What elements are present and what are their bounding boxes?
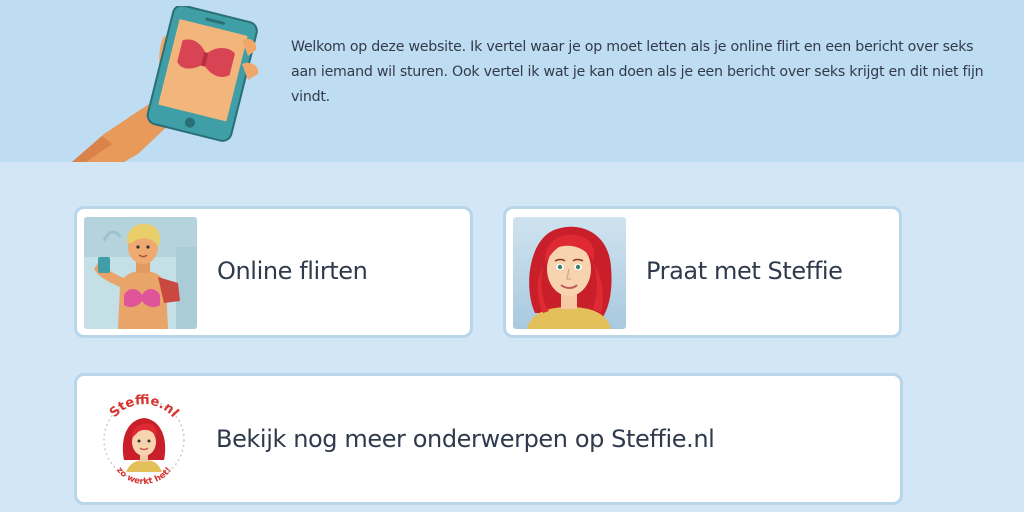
steffie-nl-logo: Steffie.nl zo werkt het!: [94, 390, 194, 490]
steffie-avatar-image: [513, 217, 626, 329]
intro-text: Welkom op deze website. Ik vertel waar j…: [291, 39, 984, 105]
online-flirten-image: [84, 217, 197, 329]
meer-onderwerpen-label: Bekijk nog meer onderwerpen op Steffie.n…: [216, 425, 715, 453]
praat-met-steffie-label: Praat met Steffie: [646, 257, 843, 285]
online-flirten-card[interactable]: Online flirten: [74, 206, 473, 338]
meer-onderwerpen-card[interactable]: Steffie.nl zo werkt het! Bekijk nog meer…: [74, 373, 903, 505]
phone-selfie-illustration: [72, 4, 272, 162]
praat-met-steffie-card[interactable]: Praat met Steffie: [503, 206, 902, 338]
online-flirten-label: Online flirten: [217, 257, 368, 285]
